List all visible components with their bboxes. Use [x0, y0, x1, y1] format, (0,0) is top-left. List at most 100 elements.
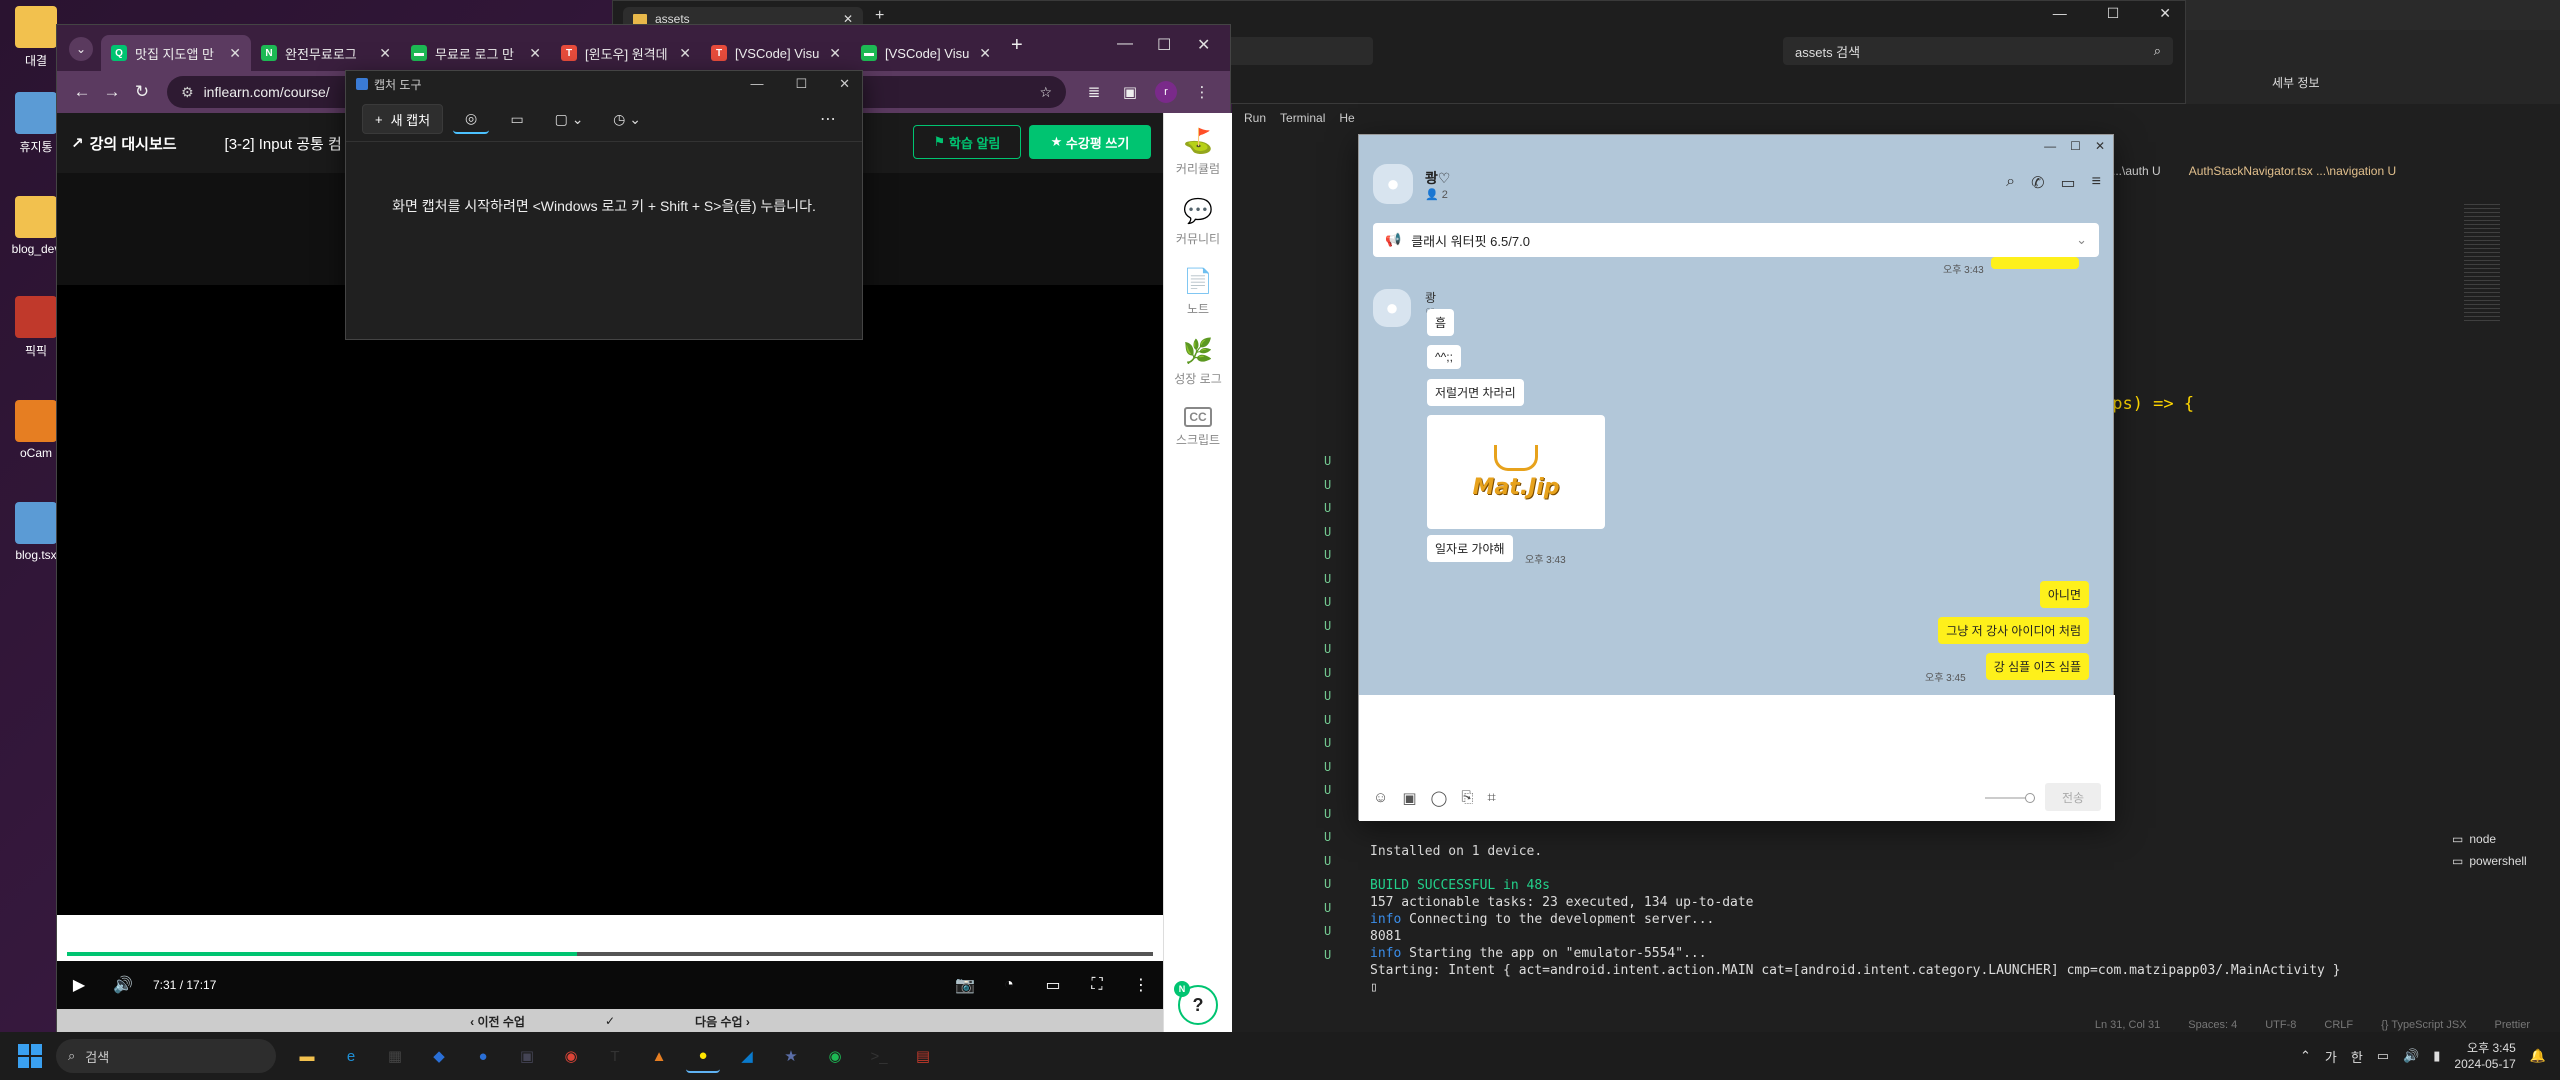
- taskbar-app-terminal[interactable]: >_: [862, 1039, 896, 1073]
- message-bubble[interactable]: 일자로 가야해: [1427, 535, 1513, 562]
- close-icon[interactable]: ✕: [229, 45, 241, 62]
- menu-run[interactable]: Run: [1244, 111, 1266, 125]
- ime-indicator[interactable]: 가: [2325, 1047, 2337, 1066]
- volume-icon[interactable]: 🔊: [2403, 1048, 2419, 1064]
- maximize-button[interactable]: ☐: [1157, 35, 1171, 55]
- more-icon[interactable]: ⋯: [810, 104, 846, 134]
- star-icon[interactable]: ☆: [1039, 84, 1052, 101]
- browser-tab[interactable]: T [VSCode] Visu ✕: [701, 35, 851, 71]
- schedule-icon[interactable]: ▣: [1402, 789, 1416, 807]
- taskbar-app-store[interactable]: ▦: [378, 1039, 412, 1073]
- status-item[interactable]: Prettier: [2495, 1019, 2530, 1031]
- avatar[interactable]: ●: [1373, 164, 1413, 204]
- taskbar-app-typora[interactable]: T: [598, 1039, 632, 1073]
- tab-search-button[interactable]: ⌄: [69, 37, 93, 61]
- search-icon[interactable]: ⌕: [2006, 173, 2015, 193]
- emoji-icon[interactable]: ☺: [1373, 789, 1388, 807]
- sidebar-item[interactable]: 🌿 성장 로그: [1164, 323, 1232, 393]
- maximize-button[interactable]: ☐: [2107, 5, 2120, 22]
- prev-lesson-button[interactable]: ‹ 이전 수업: [470, 1013, 525, 1030]
- menu-icon[interactable]: ⋮: [1184, 83, 1220, 101]
- language-indicator[interactable]: 한: [2351, 1047, 2363, 1066]
- sidebar-item[interactable]: 💬 커뮤니티: [1164, 183, 1232, 253]
- taskbar-app-app6[interactable]: ▤: [906, 1039, 940, 1073]
- minimap[interactable]: [2464, 204, 2500, 324]
- extensions-icon[interactable]: ▣: [1112, 83, 1148, 101]
- search-input[interactable]: assets 검색 ⌕: [1783, 37, 2173, 65]
- new-tab-button[interactable]: +: [875, 7, 884, 25]
- start-button[interactable]: [18, 1044, 42, 1068]
- editor-tab[interactable]: ...\auth U: [2112, 164, 2161, 178]
- close-icon[interactable]: ✕: [679, 45, 691, 62]
- taskbar-app-app3[interactable]: ▣: [510, 1039, 544, 1073]
- message-bubble-mine[interactable]: 그냥 저 강사 아이디어 처럼: [1938, 617, 2089, 644]
- taskbar-app-app2[interactable]: ●: [466, 1039, 500, 1073]
- new-tab-button[interactable]: +: [1011, 34, 1023, 57]
- chevron-up-icon[interactable]: ⌃: [2300, 1048, 2311, 1064]
- taskbar-app-vscode[interactable]: ◢: [730, 1039, 764, 1073]
- reload-icon[interactable]: ↻: [127, 82, 157, 102]
- new-capture-button[interactable]: + 새 캡처: [362, 104, 444, 134]
- close-icon[interactable]: ✕: [979, 45, 991, 62]
- check-icon[interactable]: ✓: [605, 1014, 615, 1028]
- help-button[interactable]: N ?: [1174, 981, 1218, 1025]
- avatar[interactable]: ●: [1373, 289, 1411, 327]
- close-button[interactable]: ✕: [1197, 35, 1210, 55]
- minimize-button[interactable]: —: [1117, 35, 1133, 53]
- clock[interactable]: 오후 3:45 2024-05-17: [2454, 1040, 2515, 1072]
- maximize-button[interactable]: ☐: [2070, 139, 2081, 153]
- browser-tab[interactable]: N 완전무료로그 ✕: [251, 35, 401, 71]
- forward-icon[interactable]: →: [97, 82, 127, 102]
- write-review-button[interactable]: ★ 수강평 쓰기: [1029, 125, 1151, 159]
- taskbar-app-app1[interactable]: ◆: [422, 1039, 456, 1073]
- subtitle-icon[interactable]: ▭: [1031, 975, 1075, 995]
- video-call-icon[interactable]: ▭: [2061, 173, 2076, 193]
- phone-icon[interactable]: ✆: [2031, 173, 2044, 193]
- slider-knob[interactable]: [2025, 793, 2035, 803]
- menu-help[interactable]: He: [1339, 111, 1354, 125]
- close-button[interactable]: ✕: [2095, 139, 2105, 153]
- snip-shape-dropdown[interactable]: ▢ ⌄: [545, 104, 593, 134]
- chat-bubble-icon[interactable]: ◯: [1431, 789, 1448, 807]
- menu-icon[interactable]: ≡: [2092, 173, 2101, 193]
- status-item[interactable]: {} TypeScript JSX: [2381, 1019, 2466, 1031]
- close-icon[interactable]: ✕: [529, 45, 541, 62]
- status-item[interactable]: CRLF: [2324, 1019, 2353, 1031]
- taskbar-app-chrome2[interactable]: ◉: [818, 1039, 852, 1073]
- taskbar-app-edge[interactable]: e: [334, 1039, 368, 1073]
- notice-banner[interactable]: 📢 클래시 워터핏 6.5/7.0 ⌄: [1373, 223, 2099, 257]
- back-icon[interactable]: ←: [67, 82, 97, 102]
- message-bubble[interactable]: ^^;;: [1427, 345, 1461, 369]
- status-item[interactable]: Spaces: 4: [2188, 1019, 2237, 1031]
- send-button[interactable]: 전송: [2045, 783, 2101, 811]
- close-button[interactable]: ✕: [2159, 5, 2171, 22]
- browser-tab[interactable]: Q 맛집 지도앱 만 ✕: [101, 35, 251, 71]
- taskbar-search[interactable]: ⌕ 검색: [56, 1039, 276, 1073]
- image-message[interactable]: Mat.Jip: [1427, 415, 1605, 529]
- taskbar-app-app4[interactable]: ▲: [642, 1039, 676, 1073]
- message-bubble-mine[interactable]: 강 심플 이즈 심플: [1985, 653, 2089, 680]
- sidebar-item[interactable]: 📄 노트: [1164, 253, 1232, 323]
- attach-icon[interactable]: ⎘: [1461, 789, 1473, 807]
- dashboard-link[interactable]: ↗ 강의 대시보드: [71, 133, 177, 154]
- timer-dropdown[interactable]: ◷ ⌄: [603, 104, 651, 134]
- message-bubble-mine[interactable]: 아니면: [2039, 581, 2089, 608]
- sidebar-item[interactable]: CC 스크립트: [1164, 393, 1232, 454]
- fullscreen-icon[interactable]: ⛶: [1075, 976, 1119, 994]
- browser-tab[interactable]: ▬ [VSCode] Visu ✕: [851, 35, 1001, 71]
- battery-icon[interactable]: ▮: [2433, 1048, 2440, 1064]
- profile-avatar[interactable]: r: [1148, 81, 1184, 103]
- video-mode-icon[interactable]: ▭: [499, 104, 535, 134]
- minimize-button[interactable]: —: [750, 76, 763, 92]
- taskbar-app-explorer[interactable]: ▬: [290, 1039, 324, 1073]
- status-item[interactable]: UTF-8: [2265, 1019, 2296, 1031]
- notification-icon[interactable]: 🔔: [2530, 1048, 2546, 1064]
- taskbar-app-chrome[interactable]: ◉: [554, 1039, 588, 1073]
- details-label[interactable]: 세부 정보: [2272, 74, 2320, 91]
- crop-icon[interactable]: ⌗: [1487, 789, 1495, 807]
- site-info-icon[interactable]: ⚙: [181, 84, 194, 101]
- next-lesson-button[interactable]: 다음 수업 ›: [695, 1013, 750, 1030]
- network-icon[interactable]: ▭: [2377, 1048, 2389, 1064]
- menu-terminal[interactable]: Terminal: [1280, 111, 1325, 125]
- close-button[interactable]: ✕: [839, 76, 850, 92]
